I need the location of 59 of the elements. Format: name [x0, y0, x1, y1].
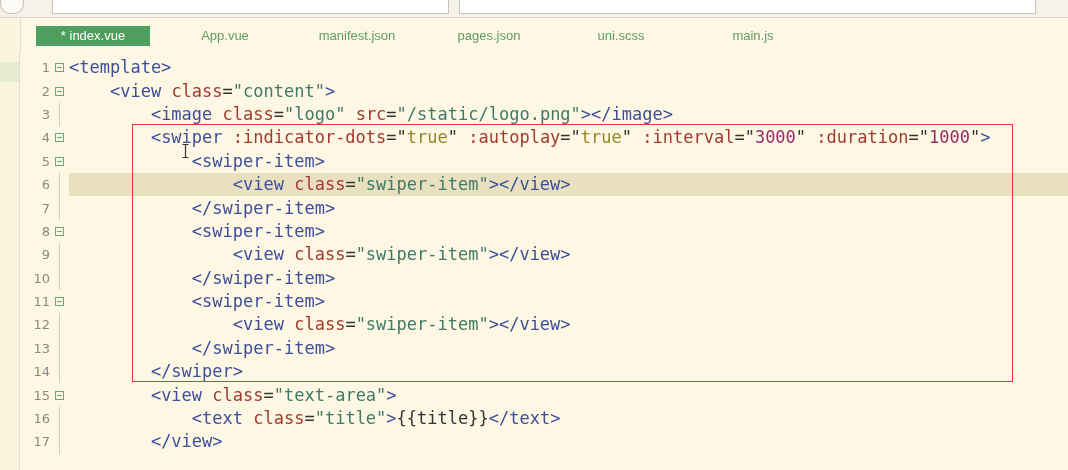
code-line: <text class="title">{{title}}</text>	[191, 407, 561, 431]
line-number: 2	[40, 83, 50, 99]
line-number: 15	[32, 387, 50, 403]
line-number: 16	[32, 411, 50, 427]
line-number: 17	[32, 434, 50, 450]
line-number: 4	[40, 130, 50, 146]
fold-toggle-icon[interactable]	[55, 156, 64, 166]
fold-guide	[59, 172, 60, 197]
code-line: </swiper>	[150, 360, 243, 384]
line-number: 10	[32, 270, 50, 286]
line-number: 1	[40, 60, 50, 76]
line-number: 9	[40, 247, 50, 263]
file-tab[interactable]: * index.vue	[36, 26, 150, 46]
fold-toggle-icon[interactable]	[55, 297, 64, 307]
code-line: <view class="content">	[109, 79, 336, 103]
fold-toggle-icon[interactable]	[55, 86, 64, 96]
file-tab[interactable]: manifest.json	[300, 26, 414, 46]
fold-toggle-icon[interactable]	[55, 133, 64, 143]
line-number: 12	[32, 317, 50, 333]
file-tab[interactable]: App.vue	[168, 26, 282, 46]
code-line: <view class="swiper-item"></view>	[232, 313, 571, 337]
fold-toggle-icon[interactable]	[55, 226, 64, 236]
code-line: <swiper-item>	[191, 290, 325, 314]
line-number: 8	[40, 223, 50, 239]
line-number: 7	[40, 200, 50, 216]
line-number: 5	[40, 153, 50, 169]
fold-guide	[59, 313, 60, 337]
code-line: <view class="text-area">	[150, 383, 397, 407]
code-line: <swiper :indicator-dots="true" :autoplay="true" :interval="3000" :duration="1000">	[150, 126, 991, 150]
code-line: </view>	[150, 430, 223, 454]
line-number: 14	[32, 364, 50, 380]
code-line: <view class="swiper-item"></view>	[232, 173, 571, 197]
fold-toggle-icon[interactable]	[55, 63, 64, 73]
code-line: </swiper-item>	[191, 266, 336, 290]
fold-guide	[59, 406, 60, 431]
line-number: 3	[40, 106, 50, 122]
line-number: 11	[32, 294, 50, 310]
fold-end-guide	[59, 430, 60, 454]
code-line: <view class="swiper-item"></view>	[232, 243, 571, 267]
fold-guide	[59, 102, 60, 127]
toolbar-button[interactable]	[0, 0, 24, 14]
code-line: <swiper-item>	[191, 219, 325, 243]
code-line: <swiper-item>	[191, 149, 325, 173]
gutter-marker	[0, 62, 19, 82]
address-field[interactable]	[52, 0, 449, 14]
fold-toggle-icon[interactable]	[55, 390, 64, 400]
file-tab[interactable]: uni.scss	[564, 26, 678, 46]
code-line: <image class="logo" src="/static/logo.png"></image>	[150, 102, 673, 126]
code-line: <template>	[69, 56, 172, 80]
fold-end-guide	[59, 196, 60, 220]
code-line: </swiper-item>	[191, 196, 336, 220]
code-line: </swiper-item>	[191, 336, 336, 360]
line-number: 6	[40, 177, 50, 193]
file-tab[interactable]: pages.json	[432, 26, 546, 46]
fold-end-guide	[59, 266, 60, 290]
line-number: 13	[32, 340, 50, 356]
fold-guide	[59, 243, 60, 267]
search-field[interactable]	[459, 0, 1036, 14]
file-tab[interactable]: main.js	[696, 26, 810, 46]
